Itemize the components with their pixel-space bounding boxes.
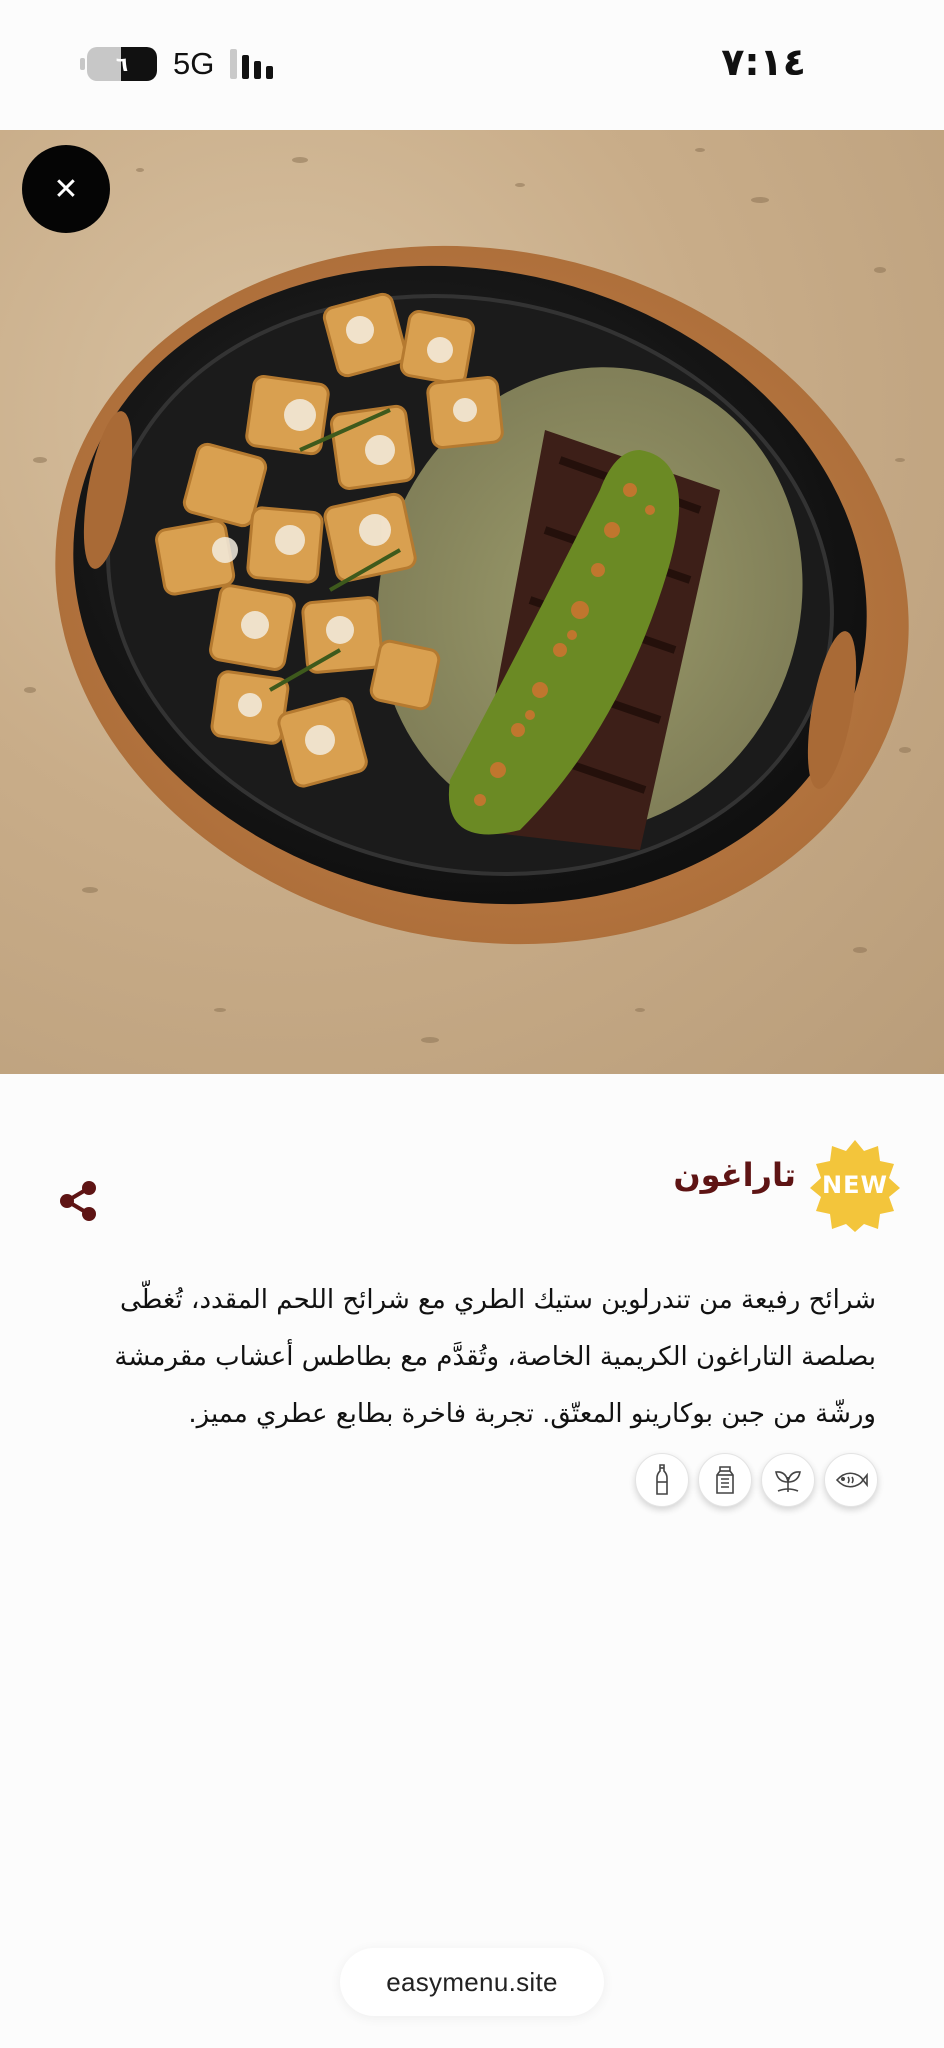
battery-icon: ٦ [87, 47, 157, 81]
status-bar: ٦ 5G ٧:١٤ [0, 0, 944, 130]
close-button[interactable]: ✕ [22, 145, 110, 233]
fish-icon [824, 1453, 878, 1507]
network-label: 5G [173, 46, 215, 81]
leaf-icon [761, 1453, 815, 1507]
milk-carton-icon [698, 1453, 752, 1507]
signal-icon [230, 49, 274, 79]
new-badge: NEW [808, 1138, 902, 1232]
site-link[interactable]: easymenu.site [340, 1948, 604, 2016]
description-line: شرائح رفيعة من تندرلوين ستيك الطري مع شر… [120, 1285, 876, 1315]
battery-nub [80, 58, 85, 70]
badge-label: NEW [822, 1171, 888, 1199]
share-icon[interactable] [58, 1180, 100, 1222]
status-time: ٧:١٤ [721, 40, 806, 84]
dish-photo [0, 130, 944, 1074]
dish-title: تاراغون [673, 1156, 796, 1194]
allergen-icons [635, 1453, 878, 1507]
dish-description: شرائح رفيعة من تندرلوين ستيك الطري مع شر… [76, 1272, 876, 1443]
description-line: بصلصة التاراغون الكريمية الخاصة، وتُقدَّ… [114, 1342, 876, 1372]
status-indicators: ٦ 5G [80, 44, 274, 84]
description-line: ورشّة من جبن بوكارينو المعتّق. تجربة فاخ… [188, 1399, 876, 1429]
bottle-icon [635, 1453, 689, 1507]
item-header: NEW تاراغون [0, 1130, 944, 1240]
battery-level: ٦ [115, 52, 129, 76]
